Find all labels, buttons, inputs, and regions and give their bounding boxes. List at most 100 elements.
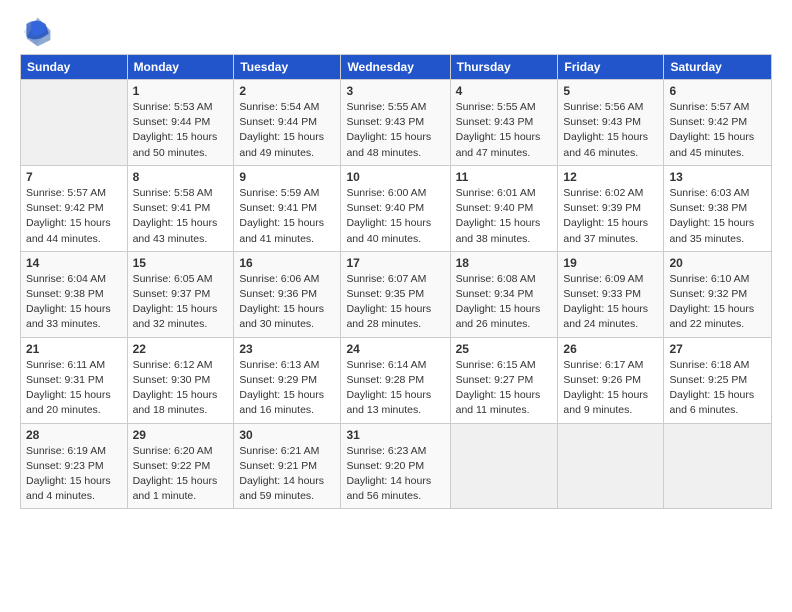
header-cell-monday: Monday (127, 55, 234, 80)
calendar-cell: 10Sunrise: 6:00 AMSunset: 9:40 PMDayligh… (341, 165, 450, 251)
header-cell-sunday: Sunday (21, 55, 128, 80)
calendar-cell: 8 Sunrise: 5:58 AMSunset: 9:41 PMDaylight… (127, 165, 234, 251)
day-info: Sunrise: 6:13 AMSunset: 9:29 PMDaylight:… (239, 358, 335, 419)
day-number: 31 (346, 428, 444, 442)
calendar-cell: 23 Sunrise: 6:13 AMSunset: 9:29 PMDayligh… (234, 337, 341, 423)
calendar-cell: 16 Sunrise: 6:06 AMSunset: 9:36 PMDayligh… (234, 251, 341, 337)
day-info: Sunrise: 6:17 AMSunset: 9:26 PMDaylight:… (563, 358, 658, 419)
day-info: Sunrise: 6:11 AMSunset: 9:31 PMDaylight:… (26, 358, 122, 419)
day-number: 12 (563, 170, 658, 184)
day-info: Sunrise: 6:19 AMSunset: 9:23 PMDaylight:… (26, 444, 122, 505)
week-row-1: 7Sunrise: 5:57 AMSunset: 9:42 PMDaylight… (21, 165, 772, 251)
day-info: Sunrise: 6:04 AMSunset: 9:38 PMDaylight:… (26, 272, 122, 333)
calendar-cell: 30 Sunrise: 6:21 AMSunset: 9:21 PMDayligh… (234, 423, 341, 509)
day-number: 15 (133, 256, 229, 270)
calendar-cell: 9 Sunrise: 5:59 AMSunset: 9:41 PMDaylight… (234, 165, 341, 251)
day-number: 5 (563, 84, 658, 98)
day-info: Sunrise: 6:09 AMSunset: 9:33 PMDaylight:… (563, 272, 658, 333)
day-number: 14 (26, 256, 122, 270)
day-number: 8 (133, 170, 229, 184)
calendar-cell: 11 Sunrise: 6:01 AMSunset: 9:40 PMDayligh… (450, 165, 558, 251)
calendar-cell (450, 423, 558, 509)
day-info: Sunrise: 5:57 AMSunset: 9:42 PMDaylight:… (26, 186, 122, 247)
header-cell-saturday: Saturday (664, 55, 772, 80)
day-info: Sunrise: 6:03 AMSunset: 9:38 PMDaylight:… (669, 186, 766, 247)
calendar-cell: 1 Sunrise: 5:53 AMSunset: 9:44 PMDaylight… (127, 80, 234, 166)
day-number: 27 (669, 342, 766, 356)
day-number: 23 (239, 342, 335, 356)
calendar-cell: 5 Sunrise: 5:56 AMSunset: 9:43 PMDaylight… (558, 80, 664, 166)
day-info: Sunrise: 6:07 AMSunset: 9:35 PMDaylight:… (346, 272, 444, 333)
day-number: 30 (239, 428, 335, 442)
day-info: Sunrise: 5:59 AMSunset: 9:41 PMDaylight:… (239, 186, 335, 247)
day-number: 9 (239, 170, 335, 184)
day-number: 13 (669, 170, 766, 184)
day-number: 28 (26, 428, 122, 442)
day-info: Sunrise: 5:54 AMSunset: 9:44 PMDaylight:… (239, 100, 335, 161)
header-cell-thursday: Thursday (450, 55, 558, 80)
calendar-cell: 26 Sunrise: 6:17 AMSunset: 9:26 PMDayligh… (558, 337, 664, 423)
day-info: Sunrise: 6:12 AMSunset: 9:30 PMDaylight:… (133, 358, 229, 419)
calendar-table: SundayMondayTuesdayWednesdayThursdayFrid… (20, 54, 772, 509)
calendar-cell: 14 Sunrise: 6:04 AMSunset: 9:38 PMDayligh… (21, 251, 128, 337)
day-info: Sunrise: 6:02 AMSunset: 9:39 PMDaylight:… (563, 186, 658, 247)
calendar-cell: 29 Sunrise: 6:20 AMSunset: 9:22 PMDayligh… (127, 423, 234, 509)
day-number: 17 (346, 256, 444, 270)
day-number: 25 (456, 342, 553, 356)
day-number: 1 (133, 84, 229, 98)
calendar-header: SundayMondayTuesdayWednesdayThursdayFrid… (21, 55, 772, 80)
week-row-3: 21Sunrise: 6:11 AMSunset: 9:31 PMDayligh… (21, 337, 772, 423)
calendar-cell: 22Sunrise: 6:12 AMSunset: 9:30 PMDayligh… (127, 337, 234, 423)
header-cell-wednesday: Wednesday (341, 55, 450, 80)
day-info: Sunrise: 5:53 AMSunset: 9:44 PMDaylight:… (133, 100, 229, 161)
logo-icon (20, 16, 52, 48)
page: SundayMondayTuesdayWednesdayThursdayFrid… (0, 0, 792, 612)
header (20, 16, 772, 48)
calendar-cell: 24Sunrise: 6:14 AMSunset: 9:28 PMDayligh… (341, 337, 450, 423)
calendar-cell: 3Sunrise: 5:55 AMSunset: 9:43 PMDaylight… (341, 80, 450, 166)
day-info: Sunrise: 5:57 AMSunset: 9:42 PMDaylight:… (669, 100, 766, 161)
day-info: Sunrise: 6:15 AMSunset: 9:27 PMDaylight:… (456, 358, 553, 419)
header-row: SundayMondayTuesdayWednesdayThursdayFrid… (21, 55, 772, 80)
calendar-cell: 18Sunrise: 6:08 AMSunset: 9:34 PMDayligh… (450, 251, 558, 337)
calendar-cell: 28 Sunrise: 6:19 AMSunset: 9:23 PMDayligh… (21, 423, 128, 509)
day-info: Sunrise: 6:10 AMSunset: 9:32 PMDaylight:… (669, 272, 766, 333)
calendar-cell (664, 423, 772, 509)
calendar-cell (21, 80, 128, 166)
day-number: 16 (239, 256, 335, 270)
week-row-0: 1 Sunrise: 5:53 AMSunset: 9:44 PMDaylight… (21, 80, 772, 166)
day-info: Sunrise: 6:01 AMSunset: 9:40 PMDaylight:… (456, 186, 553, 247)
day-info: Sunrise: 6:08 AMSunset: 9:34 PMDaylight:… (456, 272, 553, 333)
calendar-cell: 21Sunrise: 6:11 AMSunset: 9:31 PMDayligh… (21, 337, 128, 423)
day-number: 6 (669, 84, 766, 98)
day-number: 2 (239, 84, 335, 98)
calendar-cell: 25 Sunrise: 6:15 AMSunset: 9:27 PMDayligh… (450, 337, 558, 423)
calendar-cell: 2 Sunrise: 5:54 AMSunset: 9:44 PMDaylight… (234, 80, 341, 166)
day-info: Sunrise: 5:55 AMSunset: 9:43 PMDaylight:… (456, 100, 553, 161)
week-row-2: 14 Sunrise: 6:04 AMSunset: 9:38 PMDayligh… (21, 251, 772, 337)
logo[interactable] (20, 16, 56, 48)
day-number: 26 (563, 342, 658, 356)
header-cell-tuesday: Tuesday (234, 55, 341, 80)
calendar-cell: 13 Sunrise: 6:03 AMSunset: 9:38 PMDayligh… (664, 165, 772, 251)
header-cell-friday: Friday (558, 55, 664, 80)
day-info: Sunrise: 6:06 AMSunset: 9:36 PMDaylight:… (239, 272, 335, 333)
week-row-4: 28 Sunrise: 6:19 AMSunset: 9:23 PMDayligh… (21, 423, 772, 509)
day-info: Sunrise: 6:20 AMSunset: 9:22 PMDaylight:… (133, 444, 229, 505)
calendar-cell: 19 Sunrise: 6:09 AMSunset: 9:33 PMDayligh… (558, 251, 664, 337)
day-number: 11 (456, 170, 553, 184)
day-number: 3 (346, 84, 444, 98)
day-number: 19 (563, 256, 658, 270)
calendar-cell: 27Sunrise: 6:18 AMSunset: 9:25 PMDayligh… (664, 337, 772, 423)
calendar-cell: 6 Sunrise: 5:57 AMSunset: 9:42 PMDaylight… (664, 80, 772, 166)
day-number: 4 (456, 84, 553, 98)
day-info: Sunrise: 5:58 AMSunset: 9:41 PMDaylight:… (133, 186, 229, 247)
calendar-cell: 12 Sunrise: 6:02 AMSunset: 9:39 PMDayligh… (558, 165, 664, 251)
day-info: Sunrise: 6:14 AMSunset: 9:28 PMDaylight:… (346, 358, 444, 419)
day-info: Sunrise: 6:05 AMSunset: 9:37 PMDaylight:… (133, 272, 229, 333)
day-info: Sunrise: 5:56 AMSunset: 9:43 PMDaylight:… (563, 100, 658, 161)
day-info: Sunrise: 6:21 AMSunset: 9:21 PMDaylight:… (239, 444, 335, 505)
calendar-cell (558, 423, 664, 509)
day-number: 29 (133, 428, 229, 442)
day-info: Sunrise: 6:00 AMSunset: 9:40 PMDaylight:… (346, 186, 444, 247)
